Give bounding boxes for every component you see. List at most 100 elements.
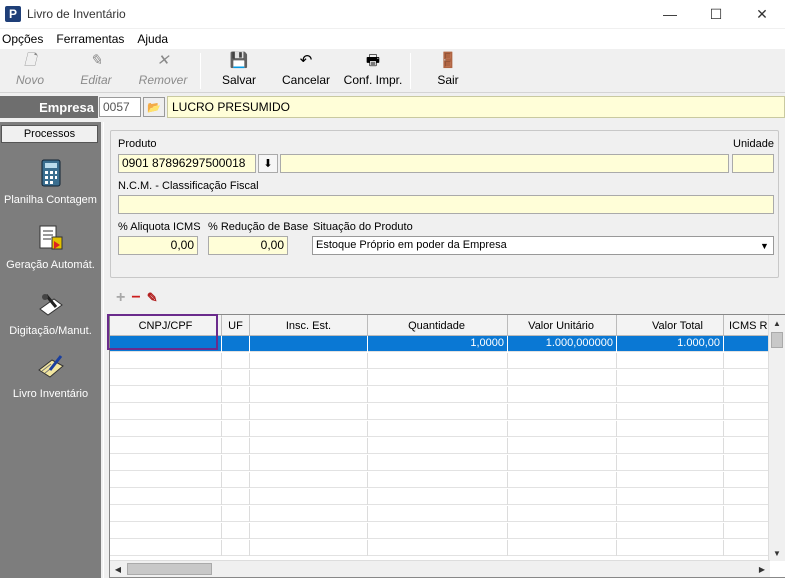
empresa-code-field[interactable]: 0057 [99, 97, 141, 117]
cell-quantidade[interactable]: 1,0000 [368, 336, 508, 352]
toolbar-separator [200, 53, 201, 89]
sair-button[interactable]: 🚪 Sair [434, 52, 462, 90]
exit-door-icon: 🚪 [438, 52, 458, 69]
cancelar-label: Cancelar [281, 73, 331, 87]
novo-button[interactable]: 🗋 Novo [14, 52, 46, 90]
empty-row[interactable] [110, 438, 770, 454]
editar-button[interactable]: ✎ Editar [78, 52, 114, 90]
reducao-base-label: % Redução de Base [208, 221, 309, 233]
empty-row[interactable] [110, 353, 770, 369]
empresa-label: Empresa [0, 96, 98, 118]
toolbar-separator [410, 53, 411, 89]
new-document-icon: 🗋 [23, 52, 37, 69]
empty-row[interactable] [110, 387, 770, 403]
edit-icon: ✎ [89, 52, 103, 69]
produto-descricao-field[interactable] [280, 154, 729, 173]
col-quantidade[interactable]: Quantidade [368, 315, 508, 336]
empty-row[interactable] [110, 404, 770, 420]
remover-label: Remover [138, 73, 188, 87]
editar-label: Editar [80, 73, 112, 87]
scroll-down-icon[interactable]: ▼ [769, 545, 785, 561]
open-folder-button[interactable]: 📂 [143, 97, 165, 117]
cell-uf[interactable] [222, 336, 250, 352]
empty-row[interactable] [110, 370, 770, 386]
sidebar-header[interactable]: Processos [1, 125, 98, 143]
menu-ferramentas[interactable]: Ferramentas [54, 32, 131, 46]
situacao-produto-select[interactable]: Estoque Próprio em poder da Empresa ▼ [312, 236, 774, 255]
empty-row[interactable] [110, 523, 770, 539]
empresa-bar: Empresa 0057 📂 LUCRO PRESUMIDO [0, 95, 785, 119]
scroll-left-icon[interactable]: ◀ [110, 561, 126, 577]
remover-button[interactable]: ✕ Remover [137, 52, 189, 90]
sidebar-item-geracao-automatica[interactable]: Geração Automát. [0, 221, 101, 271]
aliquota-icms-field[interactable]: 0,00 [118, 236, 198, 255]
aliquota-icms-label: % Aliquota ICMS [118, 221, 201, 233]
cell-insc-est[interactable] [250, 336, 368, 352]
empty-row[interactable] [110, 540, 770, 556]
sidebar-item-digitacao-manutencao[interactable]: Digitação/Manut. [0, 287, 101, 337]
undo-icon: ↶ [299, 52, 313, 69]
horizontal-scrollbar[interactable]: ◀ ▶ [110, 560, 770, 577]
empty-row[interactable] [110, 506, 770, 522]
sair-label: Sair [437, 73, 459, 87]
edit-pencil-icon[interactable]: ✎ [147, 290, 158, 306]
situacao-produto-value: Estoque Próprio em poder da Empresa [316, 239, 507, 251]
horizontal-scroll-thumb[interactable] [127, 563, 212, 575]
conf-impr-button[interactable]: 🖶 Conf. Impr. [341, 52, 405, 90]
salvar-label: Salvar [221, 73, 256, 87]
window-title: Livro de Inventário [27, 7, 126, 21]
vertical-scroll-thumb[interactable] [771, 332, 783, 348]
open-folder-icon: 📂 [147, 101, 161, 114]
cell-valor-total[interactable]: 1.000,00 [617, 336, 724, 352]
vertical-scrollbar[interactable]: ▲ ▼ [768, 315, 785, 561]
printer-icon: 🖶 [365, 52, 381, 69]
salvar-button[interactable]: 💾 Salvar [220, 52, 258, 90]
writing-hand-icon [34, 287, 68, 321]
novo-label: Novo [15, 73, 44, 87]
menu-bar: Opções Ferramentas Ajuda [0, 29, 785, 49]
minimize-button[interactable]: — [647, 0, 693, 28]
add-icon[interactable]: + [116, 290, 125, 306]
sidebar-item-label: Livro Inventário [12, 388, 89, 400]
scroll-up-icon[interactable]: ▲ [769, 315, 785, 331]
sidebar-item-label: Digitação/Manut. [9, 325, 92, 337]
app-icon: P [5, 6, 21, 22]
chevron-down-icon: ▼ [760, 240, 769, 251]
focus-highlight [107, 314, 218, 350]
sidebar-item-label: Geração Automát. [6, 259, 95, 271]
remove-row-icon[interactable]: − [131, 290, 140, 306]
save-icon: 💾 [229, 52, 249, 69]
ncm-label: N.C.M. - Classificação Fiscal [118, 180, 259, 192]
sidebar-item-livro-inventario[interactable]: Livro Inventário [0, 350, 101, 400]
download-button[interactable]: ⬇ [258, 154, 278, 173]
grid-tools: + − ✎ [116, 290, 164, 306]
calculator-icon [34, 156, 68, 190]
sidebar-item-planilha-contagem[interactable]: Planilha Contagem [0, 156, 101, 206]
col-uf[interactable]: UF [222, 315, 250, 336]
empty-row[interactable] [110, 421, 770, 437]
menu-opcoes[interactable]: Opções [0, 32, 50, 46]
scroll-right-icon[interactable]: ▶ [754, 561, 770, 577]
empty-row[interactable] [110, 455, 770, 471]
col-valor-unitario[interactable]: Valor Unitário [508, 315, 617, 336]
cancelar-button[interactable]: ↶ Cancelar [280, 52, 332, 90]
col-insc-est[interactable]: Insc. Est. [250, 315, 368, 336]
maximize-button[interactable]: ☐ [693, 0, 739, 28]
produto-group: Produto 87896297500018 0901 ⬇ Unidade N.… [110, 130, 779, 278]
main-panel: Produto 87896297500018 0901 ⬇ Unidade N.… [103, 122, 785, 578]
empty-row[interactable] [110, 472, 770, 488]
title-bar: P Livro de Inventário — ☐ ✕ [0, 0, 785, 28]
produto-field[interactable]: 87896297500018 0901 [118, 154, 256, 173]
cell-icms[interactable] [724, 336, 770, 352]
book-pen-icon [34, 350, 68, 384]
unidade-label: Unidade [733, 138, 774, 150]
empty-row[interactable] [110, 489, 770, 505]
unidade-field[interactable] [732, 154, 774, 173]
menu-ajuda[interactable]: Ajuda [135, 32, 175, 46]
cell-valor-unitario[interactable]: 1.000,000000 [508, 336, 617, 352]
ncm-field[interactable] [118, 195, 774, 214]
col-valor-total[interactable]: Valor Total [617, 315, 724, 336]
col-icms-re[interactable]: ICMS Re [724, 315, 770, 336]
reducao-base-field[interactable]: 0,00 [208, 236, 288, 255]
close-button[interactable]: ✕ [739, 0, 785, 28]
